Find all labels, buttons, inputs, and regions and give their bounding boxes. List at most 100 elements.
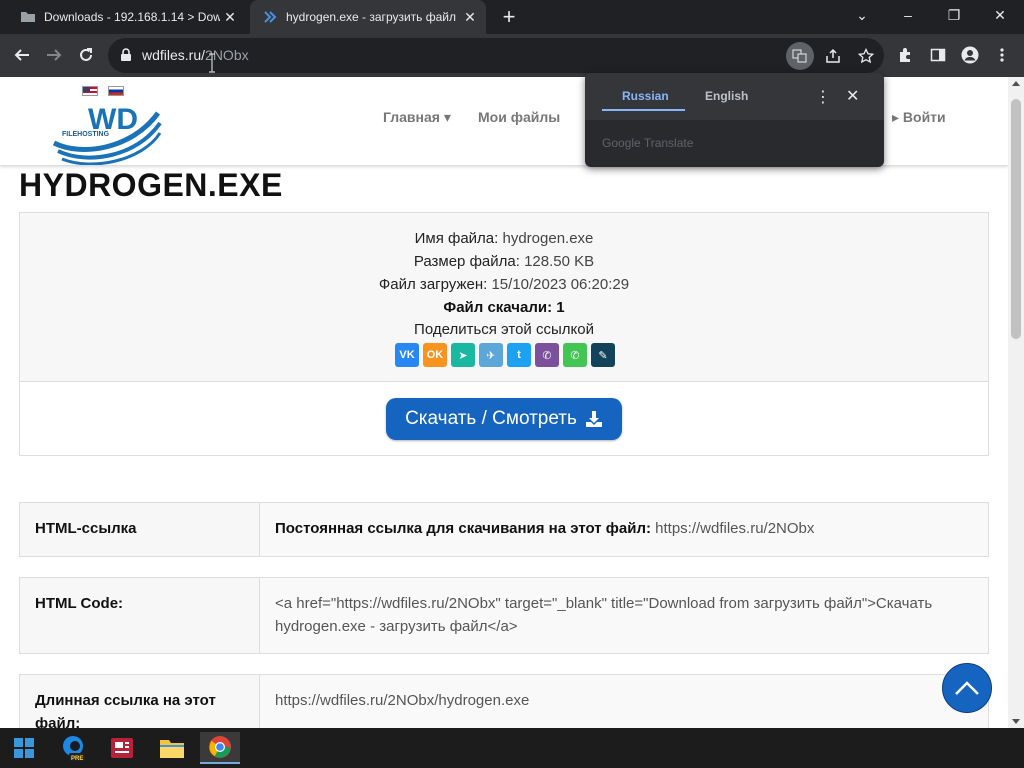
chevron-up-icon — [955, 681, 979, 695]
long-link-row: Длинная ссылка на этот файл: https://wdf… — [19, 674, 989, 728]
translate-tab-english[interactable]: English — [705, 89, 748, 103]
us-flag-icon[interactable] — [82, 86, 98, 96]
lock-icon[interactable] — [120, 48, 132, 62]
folder-icon — [21, 12, 35, 22]
file-size-label: Размер файла: — [413, 253, 520, 270]
nav-login[interactable]: ▸ Войти — [892, 109, 946, 126]
file-size-line: Размер файла: 128.50 KB — [20, 253, 988, 270]
html-code-row: HTML Code: <a href="https://wdfiles.ru/2… — [19, 577, 989, 654]
download-button[interactable]: Скачать / Смотреть — [386, 398, 622, 440]
page-viewport: WD FILEHOSTING Главная ▾ Мои файлы ▸ Вой… — [0, 77, 1008, 728]
extensions-button[interactable] — [892, 41, 920, 69]
translate-glyph-icon — [792, 49, 807, 63]
file-explorer-taskbar-button[interactable] — [152, 732, 192, 764]
active-tab-indicator — [602, 109, 685, 111]
url-host: wdfiles.ru/ — [142, 47, 206, 63]
browser-toolbar: wdfiles.ru/2NObx — [0, 34, 1024, 77]
translate-tab-russian[interactable]: Russian — [622, 89, 669, 103]
translate-tabs: Russian English ⋮ ✕ — [585, 73, 884, 120]
send-icon[interactable]: ➤ — [451, 343, 475, 367]
file-info-panel: Имя файла: hydrogen.exe Размер файла: 12… — [19, 212, 989, 456]
file-name-value: hydrogen.exe — [502, 230, 594, 247]
share-label: Поделиться этой ссылкой — [414, 321, 594, 338]
ru-flag-icon[interactable] — [108, 86, 124, 96]
share-buttons: VK OK ➤ ✈ t ✆ ✆ ✎ — [395, 343, 615, 367]
side-panel-button[interactable] — [924, 41, 952, 69]
news-app-taskbar-button[interactable] — [102, 732, 142, 764]
html-link-prefix: Постоянная ссылка для скачивания на этот… — [275, 520, 651, 537]
telegram-icon[interactable]: ✈ — [479, 343, 503, 367]
restore-button[interactable]: ❐ — [931, 0, 977, 30]
scroll-up-arrow-icon[interactable] — [1012, 81, 1020, 86]
profile-button[interactable] — [956, 41, 984, 69]
back-arrow-icon — [14, 49, 29, 61]
html-link-row: HTML-ссылка Постоянная ссылка для скачив… — [19, 502, 989, 557]
tab-title: hydrogen.exe - загрузить файл — [286, 10, 457, 24]
edge-beta-taskbar-button[interactable]: PRE — [53, 732, 93, 764]
html-code-value[interactable]: <a href="https://wdfiles.ru/2NObx" targe… — [260, 578, 988, 653]
bookmark-star-icon[interactable] — [852, 42, 880, 70]
tab-downloads[interactable]: Downloads - 192.168.1.14 > Dow ✕ — [8, 0, 246, 34]
translate-options-icon[interactable]: ⋮ — [815, 87, 831, 107]
scroll-to-top-button[interactable] — [942, 663, 992, 713]
chrome-menu-button[interactable] — [988, 41, 1016, 69]
language-flags — [82, 86, 124, 96]
vk-icon[interactable]: VK — [395, 343, 419, 367]
scroll-down-arrow-icon[interactable] — [1012, 719, 1020, 724]
viber-icon[interactable]: ✆ — [535, 343, 559, 367]
minimize-button[interactable]: – — [885, 0, 931, 30]
tab-strip: Downloads - 192.168.1.14 > Dow ✕ hydroge… — [0, 0, 1024, 34]
url-text[interactable]: wdfiles.ru/2NObx — [142, 47, 249, 63]
windows-taskbar: PRE — [0, 728, 1024, 768]
whatsapp-icon[interactable]: ✆ — [563, 343, 587, 367]
back-button[interactable] — [8, 41, 36, 69]
close-tab-icon[interactable]: ✕ — [220, 7, 240, 27]
nav-home[interactable]: Главная ▾ — [383, 109, 451, 126]
windows-start-icon — [14, 738, 34, 758]
html-link-url[interactable]: https://wdfiles.ru/2NObx — [655, 520, 814, 537]
forward-arrow-icon — [47, 49, 62, 61]
file-explorer-icon — [160, 740, 184, 758]
reload-button[interactable] — [72, 41, 100, 69]
file-name-line: Имя файла: hydrogen.exe — [20, 230, 988, 247]
nav-my-files[interactable]: Мои файлы — [478, 109, 560, 125]
livejournal-icon[interactable]: ✎ — [591, 343, 615, 367]
page-scrollbar[interactable] — [1008, 77, 1024, 728]
scrollbar-thumb[interactable] — [1011, 99, 1021, 339]
logo-subtext: FILEHOSTING — [62, 131, 110, 138]
new-tab-button[interactable]: + — [497, 5, 521, 29]
kebab-menu-icon — [1000, 48, 1004, 62]
chrome-taskbar-button[interactable] — [200, 732, 240, 764]
close-window-button[interactable]: ✕ — [977, 0, 1023, 30]
star-icon — [858, 48, 874, 64]
html-link-value[interactable]: Постоянная ссылка для скачивания на этот… — [260, 503, 988, 556]
forward-button[interactable] — [40, 41, 68, 69]
page-title: HYDROGEN.EXE — [19, 167, 283, 203]
file-details: Имя файла: hydrogen.exe Размер файла: 12… — [20, 213, 988, 382]
file-uploaded-label: Файл загружен: — [378, 276, 488, 293]
file-downloads-label: Файл скачали: — [443, 299, 553, 316]
windows-start-button[interactable] — [4, 732, 44, 764]
edge-beta-icon: PRE — [63, 736, 85, 762]
tab-search-button[interactable]: ⌄ — [839, 0, 885, 30]
long-link-value[interactable]: https://wdfiles.ru/2NObx/hydrogen.exe — [260, 675, 988, 728]
wdfiles-favicon — [264, 11, 277, 23]
tab-hydrogen[interactable]: hydrogen.exe - загрузить файл ✕ — [250, 0, 486, 34]
share-arrow-icon — [826, 48, 840, 63]
profile-icon — [961, 46, 979, 64]
file-downloads-line: Файл скачали: 1 — [20, 299, 988, 316]
odnoklassniki-icon[interactable]: OK — [423, 343, 447, 367]
translate-close-icon[interactable]: ✕ — [846, 86, 859, 106]
text-cursor-icon — [209, 53, 215, 73]
translate-icon[interactable] — [786, 42, 814, 70]
close-tab-icon[interactable]: ✕ — [460, 7, 480, 27]
wdfiles-logo[interactable]: WD FILEHOSTING — [52, 99, 162, 165]
puzzle-icon — [900, 48, 910, 62]
file-uploaded-line: Файл загружен: 15/10/2023 06:20:29 — [20, 276, 988, 293]
tab-title: Downloads - 192.168.1.14 > Dow — [44, 10, 220, 24]
html-link-label: HTML-ссылка — [20, 503, 260, 556]
address-bar[interactable]: wdfiles.ru/2NObx — [108, 38, 884, 73]
download-button-label: Скачать / Смотреть — [405, 408, 577, 429]
twitter-icon[interactable]: t — [507, 343, 531, 367]
share-page-icon[interactable] — [819, 42, 847, 70]
